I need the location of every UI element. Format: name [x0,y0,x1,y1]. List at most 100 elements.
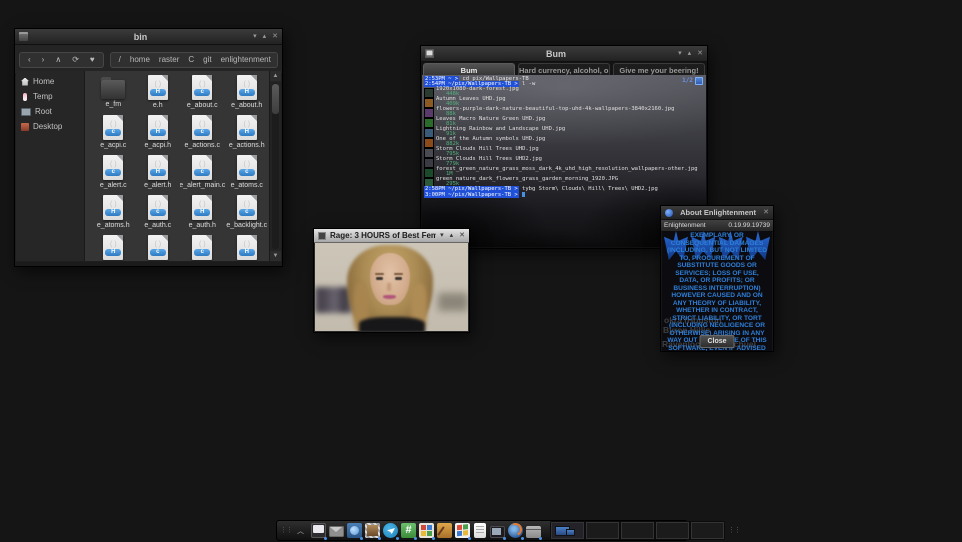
file-icon: c [103,155,124,180]
about-titlebar[interactable]: About Enlightenment ✕ [661,206,773,220]
sidebar-item-desktop[interactable]: Desktop [16,119,84,134]
file-thumbnail-icon [424,98,434,108]
file-item[interactable]: c e_acpi.c [91,115,136,155]
breadcrumb-segment[interactable]: raster [159,55,179,65]
image-viewer-icon[interactable] [365,523,381,540]
document-icon[interactable] [474,523,486,538]
shell-command: tybg Storm\ Clouds\ Hill\ Trees\ UHD2.jp… [518,186,658,192]
maximize-button[interactable]: ▴ [450,228,454,243]
video-titlebar[interactable]: Rage: 3 HOURS of Best Female Voc.... ▾ ▴… [314,229,469,243]
file-item[interactable]: He.h [136,75,181,115]
file-item[interactable]: He_auth.h [180,195,225,235]
file-manager-titlebar[interactable]: bin ▾ ▴ ✕ [15,29,282,45]
archive-icon[interactable] [526,525,542,540]
file-item[interactable]: ce_bg.c [180,235,225,261]
terminal-file-name: forest_green_nature_grass_moss_dark_4k_u… [436,166,698,172]
close-button[interactable]: ✕ [459,228,465,243]
breadcrumb-segment[interactable]: / [119,55,121,65]
telegram-icon[interactable] [383,523,399,540]
breadcrumb-segment[interactable]: git [203,55,211,65]
firefox-icon[interactable] [508,523,524,540]
file-icon: c [236,195,257,220]
file-item[interactable]: c e_atoms.c [225,155,270,195]
scroll-up-icon[interactable]: ▲ [270,71,281,81]
forward-icon[interactable]: › [42,55,45,65]
terminal-file-name: flowers-purple-dark-nature-beautiful-top… [436,106,675,112]
file-icon: c [192,75,213,100]
pager-desktop-3[interactable] [621,522,654,539]
shelf-grip-icon[interactable]: ⋮⋮ [280,527,293,534]
file-name: e_about.c [186,102,218,109]
file-list-area[interactable]: e_fmHe.hce_about.cHe_about.hce_acpi.cHe_… [85,71,269,261]
file-item[interactable]: He_actions.h [225,115,270,155]
tv-icon[interactable] [490,525,506,540]
shelf-grip-icon[interactable]: ⋮⋮ [728,527,741,534]
file-icon: H [236,115,257,140]
file-item[interactable]: He_alert.h [136,155,181,195]
irc-icon[interactable] [401,523,417,540]
refresh-icon[interactable]: ⟳ [72,55,79,65]
web-browser-icon[interactable] [347,523,363,540]
file-item[interactable]: e_fm [91,75,136,115]
file-item[interactable]: c e_alert.c [91,155,136,195]
file-item[interactable]: He_bg.h [225,235,270,261]
minimize-button[interactable]: ▾ [253,29,257,44]
favorites-icon[interactable]: ♥ [90,55,95,65]
terminology-icon[interactable] [311,523,327,540]
portrait-shirt [359,317,425,331]
breadcrumb-segment[interactable]: enlightenment [221,55,271,65]
video-frame[interactable] [315,243,468,331]
maximize-button[interactable]: ▴ [263,29,267,44]
sidebar-item-root[interactable]: Root [16,104,84,119]
paint-icon[interactable] [437,523,452,538]
file-item[interactable]: c e_auth.c [136,195,181,235]
portrait-eye [376,277,383,280]
portrait-eye [395,277,402,280]
file-item[interactable]: c e_about.c [180,75,225,115]
file-item[interactable]: c e_alert_main.c [180,155,225,195]
file-item[interactable]: c e_actions.c [180,115,225,155]
scroll-down-icon[interactable]: ▼ [270,251,281,261]
close-button[interactable]: ✕ [272,29,278,44]
scrollbar-thumb[interactable] [272,84,279,114]
file-item[interactable]: c e_backlight.c [225,195,270,235]
graphics-editor-icon[interactable] [419,523,435,540]
up-icon[interactable]: ∧ [55,55,61,65]
file-name: e_alert.c [99,182,127,189]
license-text: EXEMPLARY, OR CONSEQUENTIAL DAMAGES (INC… [667,232,767,351]
sidebar-item-home[interactable]: Home [16,74,84,89]
file-item[interactable]: He_about.h [225,75,270,115]
pager-desktop-1[interactable] [551,522,584,539]
sidebar-item-temp[interactable]: Temp [16,89,84,104]
pager-desktop-2[interactable] [586,522,619,539]
back-icon[interactable]: ‹ [28,55,31,65]
pager-desktop-4[interactable] [656,522,689,539]
tab-overview-icon[interactable] [695,77,703,85]
close-dialog-button[interactable]: Close [699,335,735,348]
close-button[interactable]: ✕ [763,205,769,220]
breadcrumb-segment[interactable]: C [188,55,194,65]
file-item[interactable]: ce_backlight_ma [136,235,181,261]
scrollbar[interactable]: ▲ ▼ [269,71,281,261]
window-title: Rage: 3 HOURS of Best Female Voc.... [330,231,437,240]
file-name: e_atoms.c [230,182,263,189]
file-item[interactable]: He_atoms.h [91,195,136,235]
minimize-button[interactable]: ▾ [678,46,682,61]
window-menu-icon[interactable] [19,32,28,41]
shelf-autohide-icon[interactable]: ︿ [297,526,304,536]
scrollbar-track[interactable] [272,83,279,249]
file-manager-body: Home Temp Root Desktop e_fm He.h c e_about.c He… [16,71,281,261]
desktop[interactable]: bin ▾ ▴ ✕ ‹ › ∧ ⟳ ♥ / home raster Cgit enlighten… [0,0,962,542]
pager-desktop-5[interactable] [691,522,724,539]
breadcrumb-segment[interactable]: home [130,55,150,65]
terminal-cursor [522,192,526,197]
file-item[interactable]: He_backlight.h [91,235,136,261]
file-item[interactable]: He_acpi.h [136,115,181,155]
mail-icon[interactable] [329,526,344,537]
close-button[interactable]: ✕ [697,46,703,61]
terminal-titlebar[interactable]: Bum ▾ ▴ ✕ [421,46,707,62]
apps-icon[interactable] [455,523,471,540]
maximize-button[interactable]: ▴ [688,46,692,61]
file-ext-badge: H [194,209,211,216]
minimize-button[interactable]: ▾ [440,228,444,243]
